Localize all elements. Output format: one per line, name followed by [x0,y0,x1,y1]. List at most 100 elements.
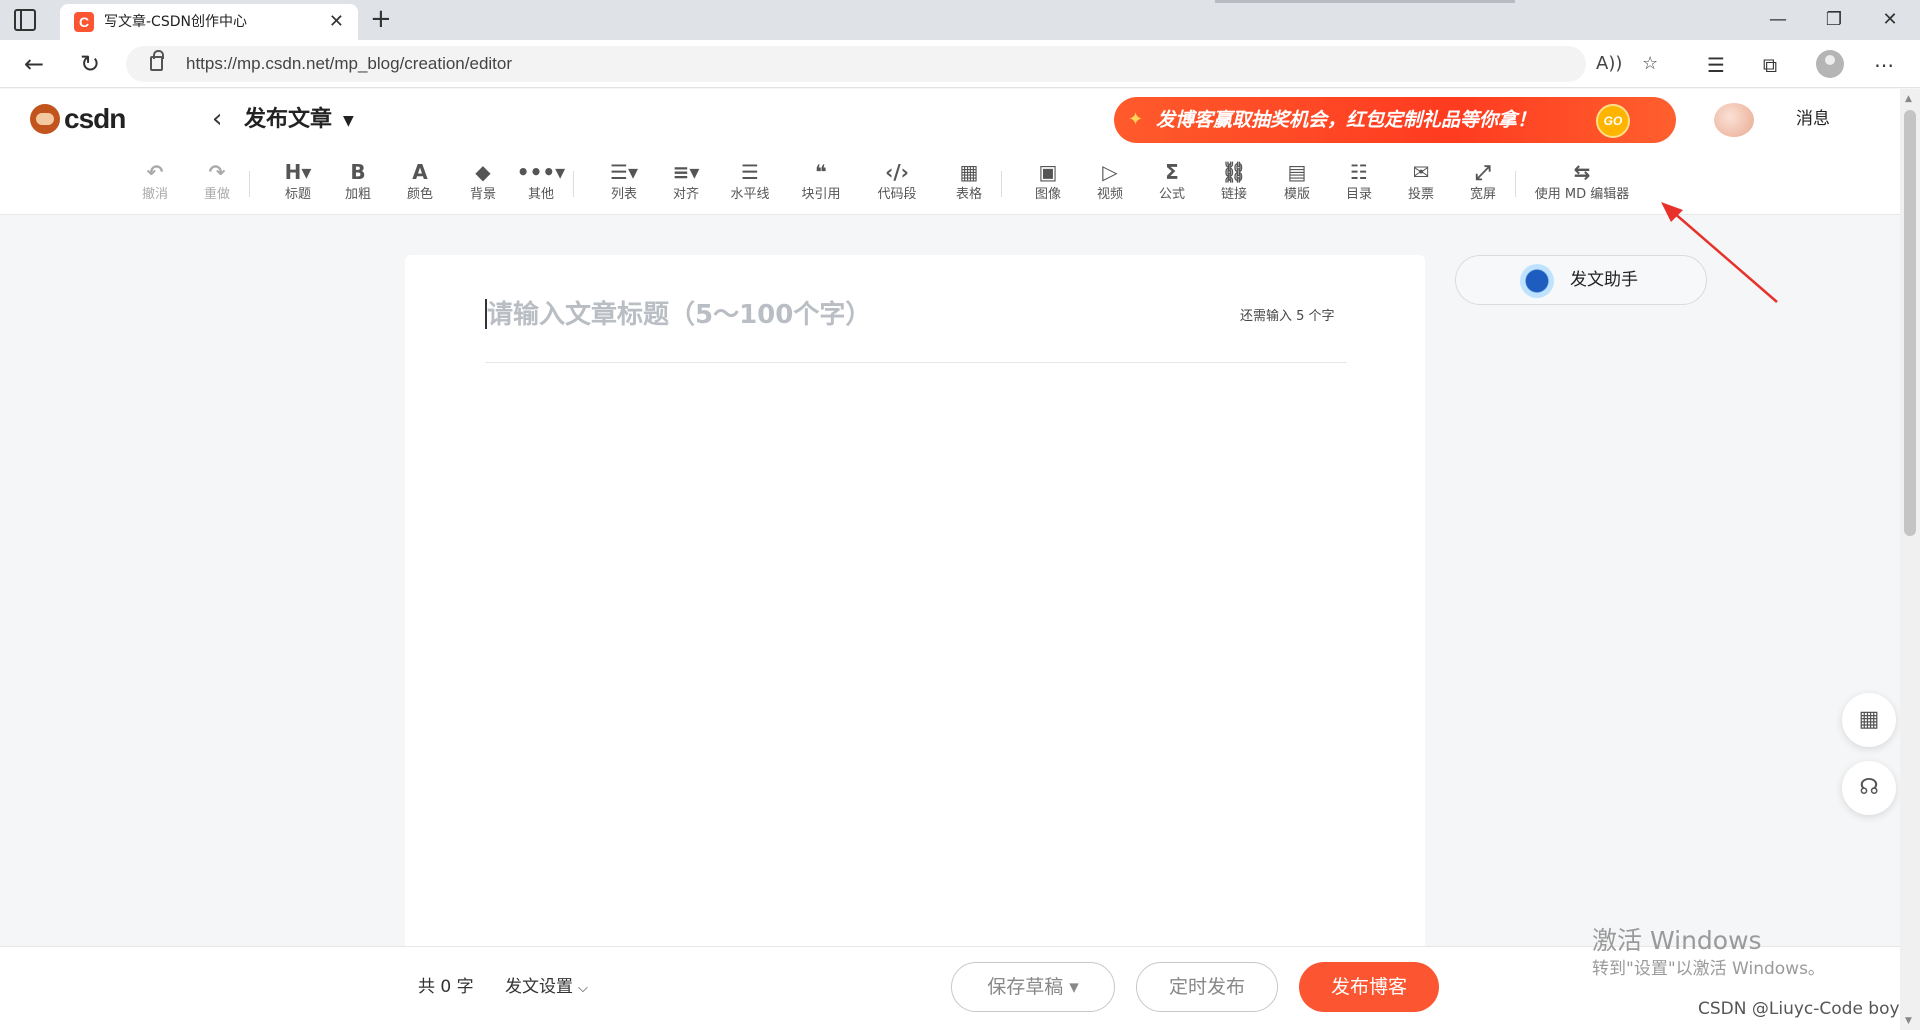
lock-icon[interactable] [150,50,164,71]
add-favorite-icon[interactable]: ☆ [1642,53,1658,75]
sparkle-icon: ✦ [1128,109,1144,130]
toolbar-label: 水平线 [730,187,770,202]
toolbar-other-button[interactable]: •••▾ 其他 [511,157,571,203]
toolbar-separator [249,171,250,197]
customer-support-icon[interactable]: ☊ [1842,761,1896,815]
toolbar-background-button[interactable]: ◆ 背景 [453,157,513,203]
save-draft-button[interactable]: 保存草稿 ▾ [951,962,1115,1012]
chevron-down-icon[interactable]: ⌵ [578,977,588,1001]
back-chevron-icon[interactable]: ‹ [212,103,222,135]
toolbar-align-button[interactable]: ≡▾ 对齐 [656,157,716,203]
toolbar-label: 图像 [1034,187,1061,202]
horizontal-rule-icon: ☰ [741,160,759,184]
csdn-logo[interactable]: csdn [30,103,126,135]
read-aloud-icon[interactable]: A)) [1596,53,1622,75]
toolbar-label: 宽屏 [1469,187,1496,202]
editor-card: 还需输入 5 个字 [405,255,1425,950]
toolbar-separator [1515,171,1516,197]
publish-blog-button[interactable]: 发布博客 [1299,962,1439,1012]
toolbar-separator [1001,171,1002,197]
toolbar-link-button[interactable]: ⛓ 链接 [1204,157,1264,203]
toolbar-separator [573,171,574,197]
caret-down-icon[interactable]: ▼ [343,106,354,136]
refresh-icon[interactable]: ↻ [74,48,106,80]
promo-banner[interactable]: ✦ 发博客赢取抽奖机会，红包定制礼品等你拿！ GO [1114,97,1676,143]
toolbar-label: 模版 [1283,187,1310,202]
toolbar-label: 投票 [1407,187,1434,202]
toolbar-md-editor-button[interactable]: ⇆ 使用 MD 编辑器 [1527,157,1637,203]
tab-close-icon[interactable]: ✕ [329,11,344,33]
heading-icon: H▾ [284,160,312,184]
toolbar-blockquote-button[interactable]: ❝ 块引用 [791,157,851,203]
toolbar-list-button[interactable]: ☰▾ 列表 [594,157,654,203]
url-text[interactable]: https://mp.csdn.net/mp_blog/creation/edi… [186,54,512,74]
toolbar-video-button[interactable]: ▷ 视频 [1080,157,1140,203]
schedule-publish-button[interactable]: 定时发布 [1136,962,1278,1012]
editor-toolbar: ↶ 撤消 ↷ 重做 H▾ 标题 B 加粗 A 颜色 ◆ 背景 •••▾ 其他 ☰▾ 列表 ≡▾ 对齐 ☰ 水平线 ❝ 块引… [0,151,1900,215]
toolbar-widescreen-button[interactable]: ⤢ 宽屏 [1453,157,1513,203]
new-tab-button[interactable]: + [370,3,392,35]
restore-button[interactable]: ❐ [1814,6,1854,34]
favorites-icon[interactable]: ☰ [1702,54,1730,76]
profile-icon[interactable] [1816,50,1844,78]
list-icon: ☰▾ [610,160,638,184]
toolbar-undo-button[interactable]: ↶ 撤消 [125,157,185,203]
promo-text: 发博客赢取抽奖机会，红包定制礼品等你拿！ [1156,109,1537,131]
activate-windows-subtitle: 转到"设置"以激活 Windows。 [1592,959,1825,979]
more-icon[interactable]: ⋯ [1870,54,1898,76]
toolbar-horizontal-rule-button[interactable]: ☰ 水平线 [720,157,780,203]
toolbar-vote-button[interactable]: ✉ 投票 [1391,157,1451,203]
blockquote-icon: ❝ [815,160,827,184]
toolbar-heading-button[interactable]: H▾ 标题 [268,157,328,203]
annotation-arrow [1661,202,1778,303]
toc-icon: ☷ [1350,160,1368,184]
scroll-up-icon[interactable]: ▲ [1905,94,1912,104]
toolbar-formula-button[interactable]: Σ 公式 [1142,157,1202,203]
browser-tab-bar: C 写文章-CSDN创作中心 ✕ + — ❐ ✕ [0,0,1920,40]
window-close-button[interactable]: ✕ [1870,6,1910,34]
promo-go-badge[interactable]: GO [1596,104,1630,138]
toolbar-label: 背景 [469,187,496,202]
messages-link[interactable]: 消息 [1796,105,1830,133]
toolbar-code-block-button[interactable]: ‹/› 代码段 [867,157,927,203]
vote-icon: ✉ [1412,160,1430,184]
tab-actions-icon[interactable] [14,9,36,31]
toolbar-table-button[interactable]: ▦ 表格 [939,157,999,203]
csdn-favicon-icon: C [74,12,94,32]
toolbar-color-button[interactable]: A 颜色 [390,157,450,203]
template-icon: ▤ [1287,160,1307,184]
article-title-input[interactable] [487,295,1187,335]
scroll-down-icon[interactable]: ▼ [1905,1016,1912,1026]
avatar[interactable] [1714,103,1754,137]
scrollbar-thumb[interactable] [1904,110,1916,536]
toolbar-redo-button[interactable]: ↷ 重做 [187,157,247,203]
word-count: 共 0 字 [418,977,474,997]
toolbar-label: 目录 [1345,187,1372,202]
tab-title: 写文章-CSDN创作中心 [104,14,247,30]
toolbar-label: 块引用 [801,187,841,202]
link-icon: ⛓ [1221,160,1247,184]
logo-text: csdn [64,103,126,134]
title-divider [485,362,1347,363]
title-bar-shadow [1215,0,1515,3]
site-header: csdn ‹ 发布文章 ▼ ✦ 发博客赢取抽奖机会，红包定制礼品等你拿！ GO … [0,89,1900,151]
toolbar-bold-button[interactable]: B 加粗 [328,157,388,203]
undo-icon: ↶ [146,160,164,184]
browser-tab[interactable]: C 写文章-CSDN创作中心 ✕ [60,4,358,40]
formula-icon: Σ [1165,160,1179,184]
align-icon: ≡▾ [672,160,700,184]
widescreen-icon: ⤢ [1475,160,1491,184]
toolbar-label: 列表 [610,187,637,202]
post-settings-dropdown[interactable]: 发文设置 [505,975,573,999]
url-field[interactable]: https://mp.csdn.net/mp_blog/creation/edi… [126,46,1658,82]
minimize-button[interactable]: — [1758,6,1798,34]
toolbar-toc-button[interactable]: ☷ 目录 [1329,157,1389,203]
back-icon[interactable]: ← [18,48,50,80]
toolbar-template-button[interactable]: ▤ 模版 [1267,157,1327,203]
toolbar-label: 加粗 [344,187,371,202]
page-title[interactable]: 发布文章 [244,105,332,135]
qr-code-icon[interactable]: ▦ [1842,693,1896,747]
assistant-label: 发文助手 [1570,270,1638,290]
collections-icon[interactable]: ⧉ [1756,54,1784,76]
toolbar-image-button[interactable]: ▣ 图像 [1018,157,1078,203]
